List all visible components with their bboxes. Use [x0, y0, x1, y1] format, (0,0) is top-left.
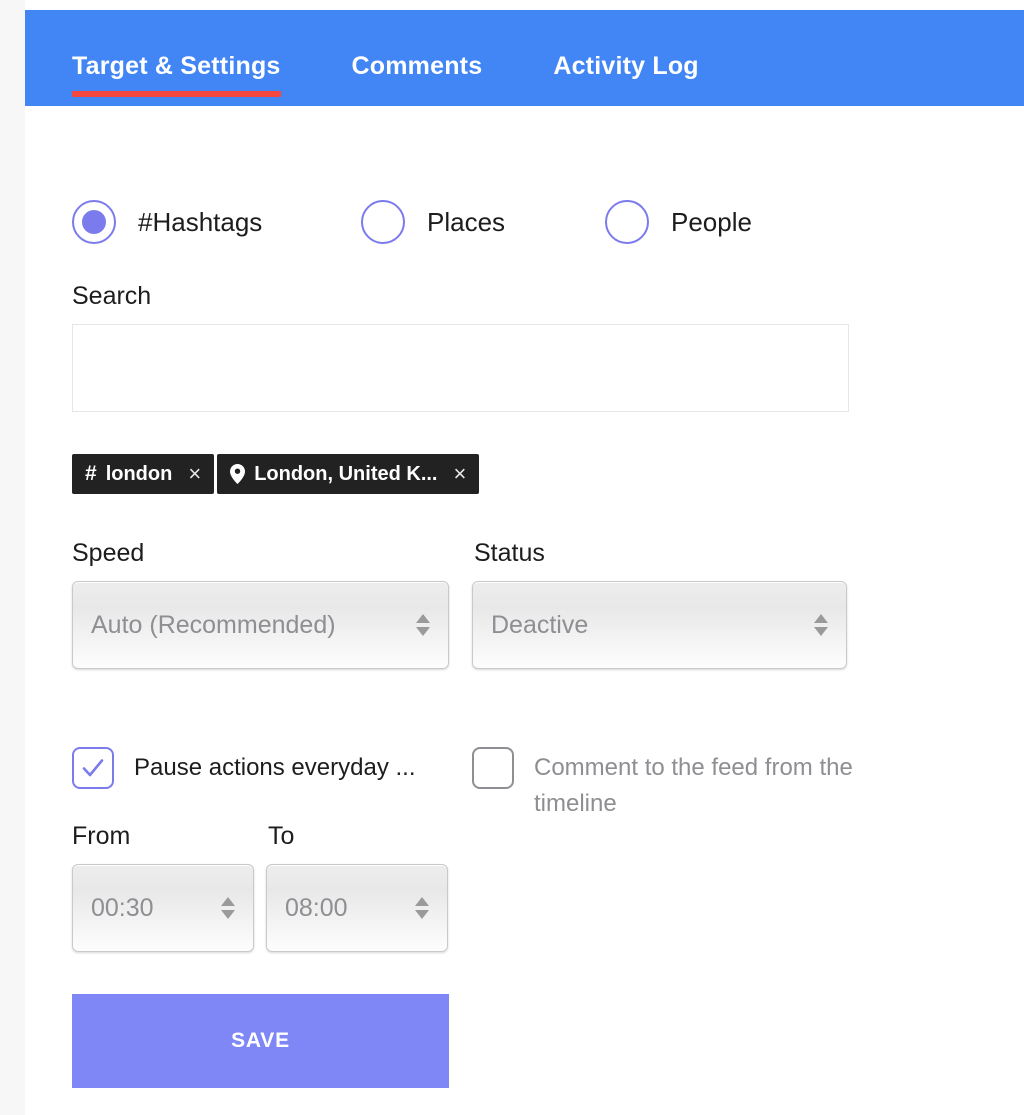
tab-activity-log[interactable]: Activity Log	[553, 54, 698, 97]
to-label: To	[268, 822, 295, 850]
tag-place-london-uk-label: London, United K...	[254, 462, 438, 485]
to-time-select[interactable]: 08:00	[266, 864, 448, 952]
status-label: Status	[474, 539, 545, 567]
radio-selected-dot	[82, 210, 106, 234]
location-pin-icon	[230, 464, 246, 484]
pause-actions-label: Pause actions everyday ...	[134, 754, 416, 781]
comment-feed-label: Comment to the feed from the timeline	[534, 754, 853, 817]
from-label: From	[72, 822, 131, 850]
search-label: Search	[72, 282, 152, 310]
comment-feed-checkbox[interactable]	[472, 747, 514, 789]
tag-hashtag-london-remove-icon[interactable]: ×	[188, 463, 201, 485]
pause-actions-checkbox-row[interactable]: Pause actions everyday ...	[72, 747, 415, 789]
from-time-value: 00:30	[91, 893, 154, 922]
status-select-stepper-icon	[804, 614, 838, 636]
from-time-select[interactable]: 00:30	[72, 864, 254, 952]
check-icon	[82, 759, 104, 777]
tab-bar: Target & Settings Comments Activity Log	[25, 10, 1024, 106]
tab-target-settings[interactable]: Target & Settings	[72, 54, 281, 97]
radio-option-people[interactable]: People	[605, 200, 752, 244]
search-input[interactable]	[72, 324, 849, 412]
radio-option-places-label: Places	[427, 207, 506, 237]
speed-label: Speed	[72, 539, 145, 567]
settings-body: #Hashtags Places People Search # london	[25, 106, 1024, 1115]
status-select[interactable]: Deactive	[472, 581, 847, 669]
target-type-radio-group: #Hashtags Places People	[72, 200, 832, 244]
radio-option-hashtags[interactable]: #Hashtags	[72, 200, 262, 244]
status-select-value: Deactive	[491, 610, 589, 639]
comment-feed-checkbox-row[interactable]: Comment to the feed from the timeline	[472, 747, 872, 822]
tag-place-london-uk[interactable]: London, United K... ×	[217, 454, 480, 494]
radio-option-people-label: People	[671, 207, 752, 237]
pause-actions-checkbox[interactable]	[72, 747, 114, 789]
tag-place-london-uk-remove-icon[interactable]: ×	[454, 463, 467, 485]
to-time-value: 08:00	[285, 893, 348, 922]
app-root: Target & Settings Comments Activity Log …	[0, 0, 1024, 1115]
speed-select[interactable]: Auto (Recommended)	[72, 581, 449, 669]
radio-option-hashtags-label: #Hashtags	[138, 207, 263, 237]
tag-hashtag-london-label: london	[105, 462, 173, 485]
from-time-stepper-icon	[211, 897, 245, 919]
radio-option-places[interactable]: Places	[361, 200, 505, 244]
tag-hashtag-london[interactable]: # london ×	[72, 454, 215, 494]
radio-places-icon	[361, 200, 405, 244]
speed-select-stepper-icon	[406, 614, 440, 636]
tab-list: Target & Settings Comments Activity Log	[72, 54, 699, 106]
selected-tags-list: # london × London, United K... ×	[72, 454, 482, 494]
hash-icon: #	[85, 462, 97, 485]
settings-content: #Hashtags Places People Search # london	[72, 106, 1024, 1115]
radio-people-icon	[605, 200, 649, 244]
speed-select-value: Auto (Recommended)	[91, 610, 336, 639]
to-time-stepper-icon	[405, 897, 439, 919]
tab-comments[interactable]: Comments	[352, 54, 483, 97]
radio-hashtags-icon	[72, 200, 116, 244]
save-button[interactable]: SAVE	[72, 994, 449, 1088]
